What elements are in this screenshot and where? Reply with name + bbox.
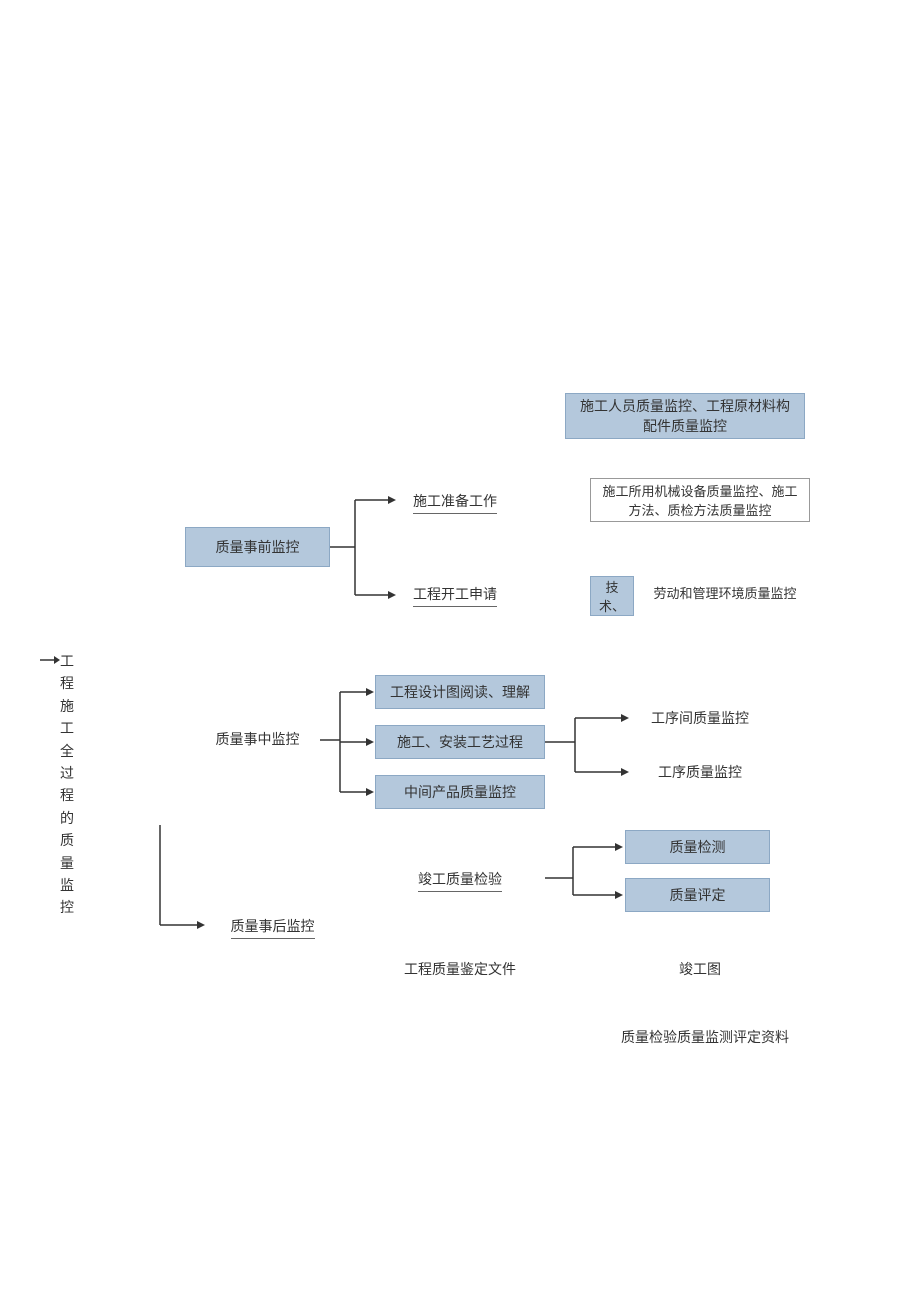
arrow-into-root (40, 655, 60, 665)
personnel-text: 施工人员质量监控、工程原材料构配件质量监控 (574, 396, 796, 436)
prep-work: 施工准备工作 (400, 490, 510, 514)
prep-work-text: 施工准备工作 (413, 491, 497, 514)
doc-cert: 工程质量鉴定文件 (380, 957, 540, 981)
mid-fork (320, 670, 375, 810)
intermediate-text: 中间产品质量监控 (404, 782, 516, 802)
pre-fork (330, 480, 400, 610)
pre-control-box: 质量事前监控 (185, 527, 330, 567)
test-text: 质量检测 (670, 837, 726, 857)
materials-text: 质量检验质量监测评定资料 (621, 1027, 789, 1047)
personnel-box: 施工人员质量监控、工程原材料构配件质量监控 (565, 393, 805, 439)
machinery-box: 施工所用机械设备质量监控、施工方法、质检方法质量监控 (590, 478, 810, 522)
post-control-text: 质量事后监控 (231, 916, 315, 939)
mid-right-fork (545, 700, 635, 790)
tech-text: 技术、 (593, 577, 631, 615)
eval-box: 质量评定 (625, 878, 770, 912)
materials: 质量检验质量监测评定资料 (595, 1025, 815, 1049)
inter-proc: 工序间质量监控 (630, 706, 770, 730)
root-label: 工程施工全过程的质量监控 (60, 650, 88, 919)
process-box: 施工、安装工艺过程 (375, 725, 545, 759)
proc-qc: 工序质量监控 (630, 760, 770, 784)
start-apply: 工程开工申请 (400, 583, 510, 607)
machinery-text: 施工所用机械设备质量监控、施工方法、质检方法质量监控 (597, 481, 803, 519)
mid-control-box: 质量事中监控 (195, 725, 320, 753)
labor-box: 劳动和管理环境质量监控 (640, 570, 810, 614)
mid-control-text: 质量事中监控 (216, 729, 300, 749)
start-apply-text: 工程开工申请 (413, 584, 497, 607)
drawing-text: 工程设计图阅读、理解 (390, 682, 530, 702)
drawing-box: 工程设计图阅读、理解 (375, 675, 545, 709)
inter-proc-text: 工序间质量监控 (651, 708, 749, 728)
eval-text: 质量评定 (670, 885, 726, 905)
post-control-box: 质量事后监控 (210, 915, 335, 939)
root-post-elbow (155, 825, 210, 935)
proc-qc-text: 工序质量监控 (658, 762, 742, 782)
doc-cert-text: 工程质量鉴定文件 (404, 959, 516, 979)
test-box: 质量检测 (625, 830, 770, 864)
process-text: 施工、安装工艺过程 (397, 732, 523, 752)
pre-control-text: 质量事前监控 (216, 537, 300, 557)
completion-check-text: 竣工质量检验 (418, 869, 502, 892)
completion-check: 竣工质量检验 (400, 868, 520, 892)
post-right-fork (545, 830, 625, 920)
labor-text: 劳动和管理环境质量监控 (653, 583, 796, 602)
intermediate-box: 中间产品质量监控 (375, 775, 545, 809)
tech-box: 技术、 (590, 576, 634, 616)
asbuilt: 竣工图 (650, 957, 750, 981)
root-text: 工程施工全过程的质量监控 (60, 650, 76, 919)
asbuilt-text: 竣工图 (679, 959, 721, 979)
